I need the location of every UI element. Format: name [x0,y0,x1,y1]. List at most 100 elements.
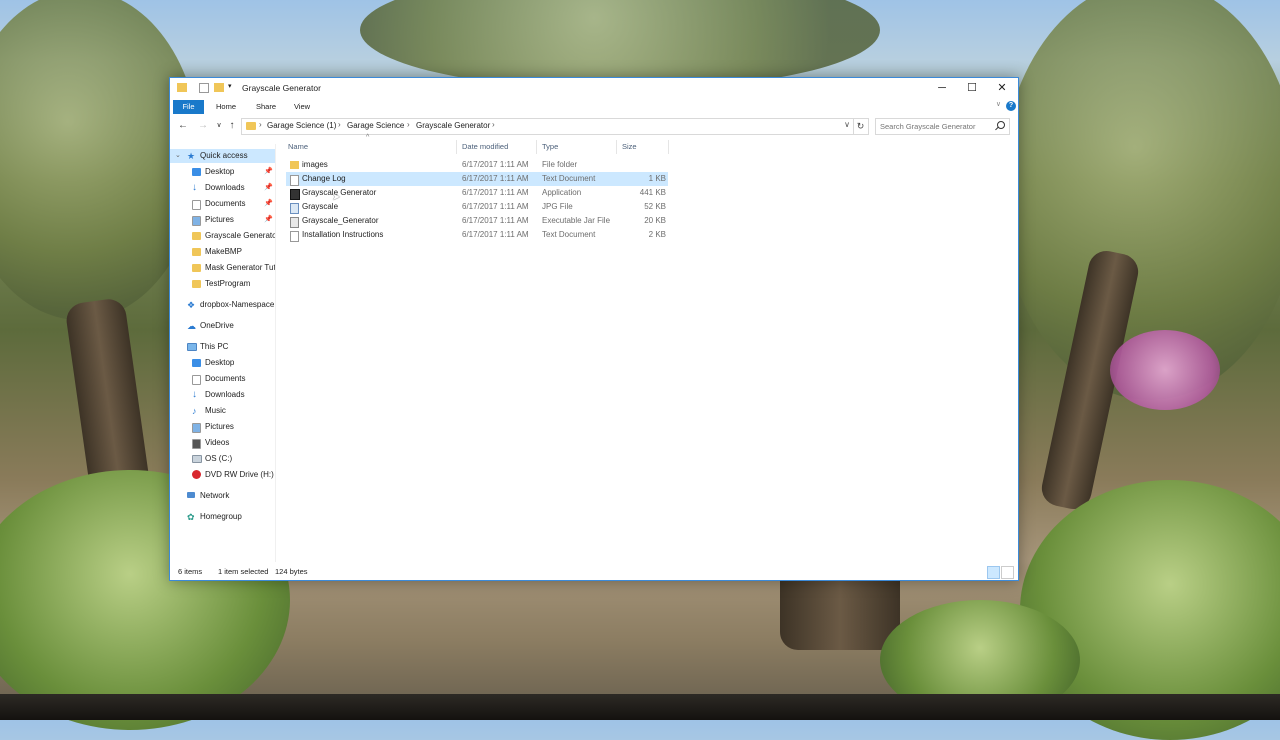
application-icon [290,189,300,200]
file-row[interactable]: Installation Instructions 6/17/2017 1:11… [286,228,668,242]
homegroup-icon: ✿ [187,512,195,522]
new-folder-icon[interactable] [214,83,224,92]
desktop-icon [192,168,201,176]
folder-icon [192,248,201,256]
nav-pc-videos[interactable]: Videos [170,436,275,450]
file-row[interactable]: Grayscale_Generator 6/17/2017 1:11 AM Ex… [286,214,668,228]
drive-icon [192,455,202,463]
nav-mask-generator-tut[interactable]: Mask Generator Tut [170,261,275,275]
nav-desktop[interactable]: Desktop 📌 [170,165,275,179]
navigation-pane: ⌄ ★ Quick access Desktop 📌 ↓ Downloads 📌… [170,144,275,562]
folder-icon [192,280,201,288]
nav-makebmp[interactable]: MakeBMP [170,245,275,259]
selection-count: 1 item selected [218,567,269,576]
dropbox-icon: ❖ [187,300,196,310]
nav-pc-pictures[interactable]: Pictures [170,420,275,434]
downloads-icon: ↓ [192,182,197,193]
nav-homegroup[interactable]: ✿ Homegroup [170,510,275,524]
ribbon-tabs: File Home Share View ∨ ? [170,98,1018,114]
address-bar[interactable]: › Garage Science (1) › Garage Science › … [241,118,854,135]
nav-pc-desktop[interactable]: Desktop [170,356,275,370]
item-count: 6 items [178,567,203,576]
forward-button[interactable]: → [196,119,210,133]
nav-onedrive[interactable]: ☁ OneDrive [170,319,275,333]
pin-icon[interactable]: 📌 [264,213,273,227]
chevron-right-icon: › [492,120,495,129]
chevron-down-icon[interactable]: ⌄ [175,149,181,163]
nav-network[interactable]: Network [170,489,275,503]
file-row[interactable]: images 6/17/2017 1:11 AM File folder [286,158,668,172]
file-row[interactable]: Grayscale Generator 6/17/2017 1:11 AM Ap… [286,186,668,200]
pictures-icon [192,216,201,226]
desktop-icon [192,359,201,367]
pin-icon[interactable]: 📌 [264,165,273,179]
column-divider[interactable] [616,140,617,154]
nav-os-c[interactable]: OS (C:) [170,452,275,466]
search-icon [997,121,1005,129]
column-header-date-modified[interactable]: Date modified [462,140,508,154]
nav-this-pc[interactable]: This PC [170,340,275,354]
nav-documents[interactable]: Documents 📌 [170,197,275,211]
recent-locations-icon[interactable]: ∨ [212,119,226,133]
details-view-button[interactable] [987,566,1000,579]
large-icons-view-button[interactable] [1001,566,1014,579]
nav-pc-music[interactable]: ♪ Music [170,404,275,418]
folder-icon [290,161,299,169]
tab-home[interactable]: Home [212,100,240,114]
column-header-size[interactable]: Size [622,140,637,154]
folder-icon [177,83,187,92]
nav-downloads[interactable]: ↓ Downloads 📌 [170,181,275,195]
mouse-cursor-icon: ➤ [332,192,341,203]
close-button[interactable]: ✕ [987,78,1017,98]
documents-icon [192,375,201,385]
file-row[interactable]: Grayscale 6/17/2017 1:11 AM JPG File 52 … [286,200,668,214]
column-divider[interactable] [668,140,669,154]
refresh-button[interactable]: ↻ [853,118,869,135]
pin-icon[interactable]: 📌 [264,197,273,211]
nav-dvd-drive[interactable]: DVD RW Drive (H:) T [170,468,275,482]
breadcrumb-grayscale-generator[interactable]: Grayscale Generator [416,121,490,130]
status-bar: 6 items 1 item selected 124 bytes [170,564,1018,580]
column-header-type[interactable]: Type [542,140,558,154]
documents-icon [192,200,201,210]
star-icon: ★ [187,151,196,161]
text-document-icon [290,231,299,242]
pane-divider[interactable] [275,144,276,562]
nav-pc-documents[interactable]: Documents [170,372,275,386]
address-dropdown-icon[interactable]: ∨ [844,120,850,129]
nav-pc-downloads[interactable]: ↓ Downloads [170,388,275,402]
maximize-button[interactable]: ☐ [957,78,987,98]
nav-dropbox[interactable]: ❖ dropbox-Namespace [170,298,275,312]
nav-quick-access[interactable]: ⌄ ★ Quick access [170,149,275,163]
videos-icon [192,439,201,449]
tab-share[interactable]: Share [252,100,280,114]
column-header-name[interactable]: Name [288,140,308,154]
breadcrumb-garage-science-1[interactable]: Garage Science (1) [267,121,336,130]
column-divider[interactable] [536,140,537,154]
file-row[interactable]: Change Log 6/17/2017 1:11 AM Text Docume… [286,172,668,186]
music-icon: ♪ [192,406,197,416]
minimize-button[interactable]: ─ [927,78,957,98]
tab-file[interactable]: File [173,100,204,114]
nav-testprogram[interactable]: TestProgram [170,277,275,291]
column-divider[interactable] [456,140,457,154]
tab-view[interactable]: View [289,100,315,114]
quick-access-toolbar-dropdown-icon[interactable]: ▾ [228,82,232,90]
properties-icon[interactable] [199,83,209,93]
computer-icon [187,343,197,351]
expand-ribbon-icon[interactable]: ∨ [996,100,1001,108]
breadcrumb-garage-science[interactable]: Garage Science [347,121,404,130]
back-button[interactable]: ← [176,119,190,133]
title-bar[interactable]: ▾ Grayscale Generator ─ ☐ ✕ [170,78,1018,98]
pin-icon[interactable]: 📌 [264,181,273,195]
folder-icon [192,232,201,240]
help-icon[interactable]: ? [1006,101,1016,111]
search-box[interactable] [875,118,1010,135]
search-input[interactable] [880,120,990,133]
up-button[interactable]: ↑ [225,119,239,133]
nav-grayscale-generator[interactable]: Grayscale Generator [170,229,275,243]
nav-pictures[interactable]: Pictures 📌 [170,213,275,227]
downloads-icon: ↓ [192,389,197,400]
folder-icon [246,122,256,130]
selection-size: 124 bytes [275,567,308,576]
